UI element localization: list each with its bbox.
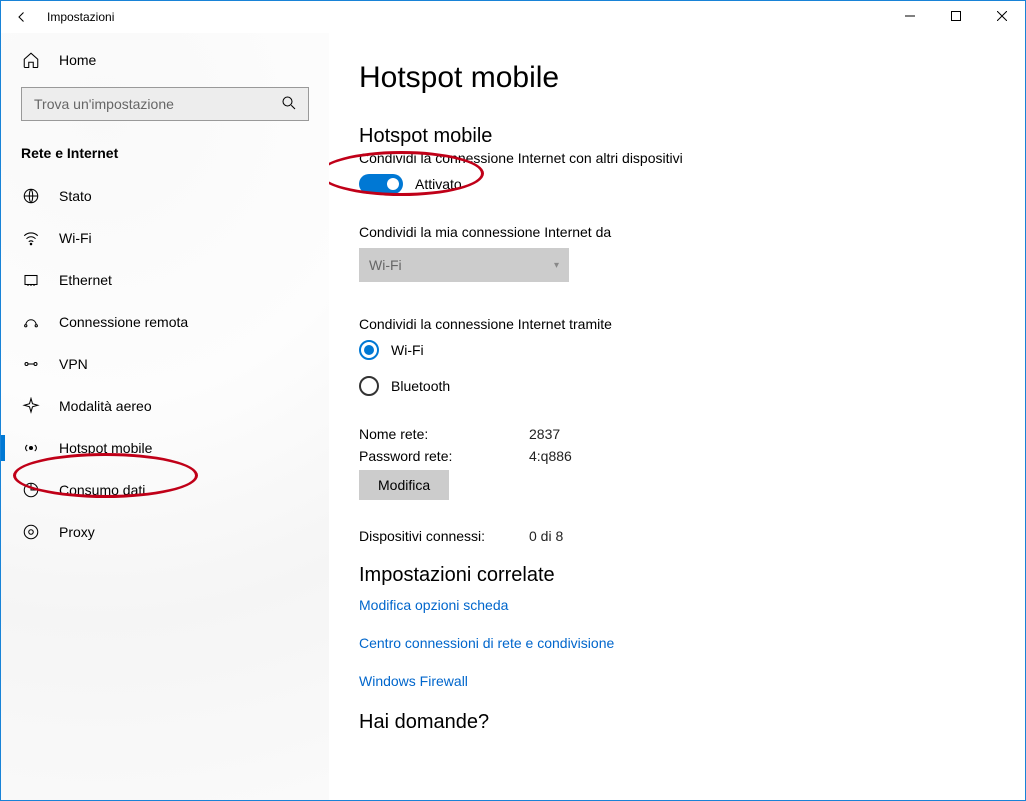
radio-button-icon bbox=[359, 376, 379, 396]
sidebar-item-label: Stato bbox=[59, 188, 92, 204]
chevron-down-icon: ▾ bbox=[554, 260, 559, 271]
wifi-icon bbox=[21, 229, 41, 247]
link-windows-firewall[interactable]: Windows Firewall bbox=[359, 673, 1025, 689]
proxy-icon bbox=[21, 523, 41, 541]
search-input[interactable] bbox=[32, 95, 280, 113]
radio-wifi[interactable]: Wi-Fi bbox=[359, 340, 1025, 360]
radio-bluetooth[interactable]: Bluetooth bbox=[359, 376, 1025, 396]
window-controls bbox=[887, 1, 1025, 33]
edit-button[interactable]: Modifica bbox=[359, 470, 449, 500]
related-settings: Impostazioni correlate Modifica opzioni … bbox=[359, 564, 1025, 689]
sidebar: Home Rete e Internet Stato Wi-Fi bbox=[1, 33, 329, 800]
back-button[interactable] bbox=[7, 2, 37, 32]
sidebar-home[interactable]: Home bbox=[1, 43, 329, 77]
status-icon bbox=[21, 187, 41, 205]
network-password-label: Password rete: bbox=[359, 448, 529, 464]
network-name-label: Nome rete: bbox=[359, 426, 529, 442]
sidebar-home-label: Home bbox=[59, 52, 96, 68]
search-icon bbox=[280, 94, 298, 115]
link-adapter-options[interactable]: Modifica opzioni scheda bbox=[359, 597, 1025, 613]
maximize-button[interactable] bbox=[933, 1, 979, 31]
radio-button-icon bbox=[359, 340, 379, 360]
sidebar-section-header: Rete e Internet bbox=[1, 135, 329, 175]
settings-window: Impostazioni Home bbox=[0, 0, 1026, 801]
search-box[interactable] bbox=[21, 87, 309, 121]
connected-devices-value: 0 di 8 bbox=[529, 528, 563, 544]
close-button[interactable] bbox=[979, 1, 1025, 31]
sidebar-item-stato[interactable]: Stato bbox=[1, 175, 329, 217]
connected-devices-label: Dispositivi connessi: bbox=[359, 528, 529, 544]
toggle-state-label: Attivato bbox=[415, 176, 462, 192]
window-title: Impostazioni bbox=[47, 10, 114, 24]
hotspot-icon bbox=[21, 439, 41, 457]
share-via-radio-group: Wi-Fi Bluetooth bbox=[359, 340, 1025, 396]
hotspot-section-title: Hotspot mobile bbox=[359, 125, 1025, 148]
sidebar-item-hotspot-mobile[interactable]: Hotspot mobile bbox=[1, 427, 329, 469]
sidebar-item-label: Consumo dati bbox=[59, 482, 145, 498]
close-icon bbox=[997, 11, 1007, 21]
sidebar-item-label: Ethernet bbox=[59, 272, 112, 288]
toggle-knob bbox=[387, 178, 399, 190]
questions-title: Hai domande? bbox=[359, 711, 1025, 734]
radio-label: Bluetooth bbox=[391, 378, 450, 394]
sidebar-item-modalita-aereo[interactable]: Modalità aereo bbox=[1, 385, 329, 427]
home-icon bbox=[21, 51, 41, 69]
related-title: Impostazioni correlate bbox=[359, 564, 1025, 587]
sidebar-item-label: VPN bbox=[59, 356, 88, 372]
data-usage-icon bbox=[21, 481, 41, 499]
ethernet-icon bbox=[21, 271, 41, 289]
sidebar-item-consumo-dati[interactable]: Consumo dati bbox=[1, 469, 329, 511]
network-password-value: 4:q886 bbox=[529, 448, 572, 464]
dialup-icon bbox=[21, 313, 41, 331]
network-name-value: 2837 bbox=[529, 426, 560, 442]
page-title: Hotspot mobile bbox=[359, 61, 1025, 95]
dropdown-value: Wi-Fi bbox=[369, 257, 402, 273]
link-network-sharing-center[interactable]: Centro connessioni di rete e condivision… bbox=[359, 635, 1025, 651]
network-info: Nome rete: 2837 Password rete: 4:q886 bbox=[359, 426, 1025, 464]
sidebar-item-label: Proxy bbox=[59, 524, 95, 540]
share-description: Condividi la connessione Internet con al… bbox=[359, 150, 1025, 166]
hotspot-toggle[interactable] bbox=[359, 174, 403, 194]
minimize-button[interactable] bbox=[887, 1, 933, 31]
content-area: Hotspot mobile Hotspot mobile Condividi … bbox=[329, 33, 1025, 800]
sidebar-item-connessione-remota[interactable]: Connessione remota bbox=[1, 301, 329, 343]
arrow-left-icon bbox=[13, 8, 31, 26]
sidebar-item-vpn[interactable]: VPN bbox=[1, 343, 329, 385]
share-via-label: Condividi la connessione Internet tramit… bbox=[359, 316, 1025, 332]
sidebar-item-proxy[interactable]: Proxy bbox=[1, 511, 329, 553]
maximize-icon bbox=[951, 11, 961, 21]
title-bar: Impostazioni bbox=[1, 1, 1025, 33]
sidebar-item-label: Connessione remota bbox=[59, 314, 188, 330]
sidebar-item-label: Modalità aereo bbox=[59, 398, 152, 414]
share-from-label: Condividi la mia connessione Internet da bbox=[359, 224, 1025, 240]
sidebar-item-label: Hotspot mobile bbox=[59, 440, 152, 456]
share-from-dropdown[interactable]: Wi-Fi ▾ bbox=[359, 248, 569, 282]
radio-label: Wi-Fi bbox=[391, 342, 424, 358]
sidebar-item-ethernet[interactable]: Ethernet bbox=[1, 259, 329, 301]
sidebar-item-label: Wi-Fi bbox=[59, 230, 92, 246]
minimize-icon bbox=[905, 11, 915, 21]
vpn-icon bbox=[21, 355, 41, 373]
sidebar-item-wifi[interactable]: Wi-Fi bbox=[1, 217, 329, 259]
airplane-icon bbox=[21, 397, 41, 415]
